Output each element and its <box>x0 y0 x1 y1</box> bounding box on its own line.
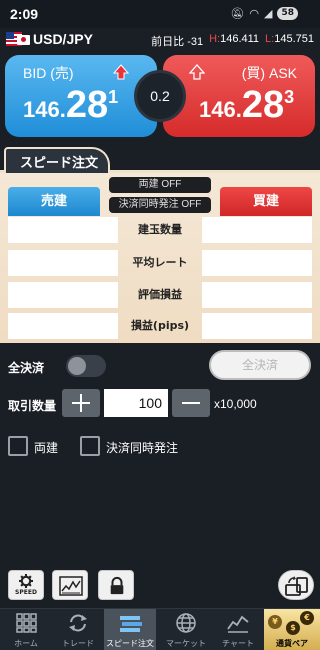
refresh-icon <box>69 614 87 632</box>
lock-button[interactable] <box>98 570 134 600</box>
status-time: 2:09 <box>10 6 39 22</box>
sell-pnl-pips <box>8 313 118 339</box>
nav-label: ホーム <box>14 639 38 648</box>
nav-market[interactable]: マーケット <box>160 609 212 650</box>
high-stat: H:146.411 <box>209 33 260 45</box>
arrow-up-outline-icon <box>189 64 205 80</box>
tab-speed-order[interactable]: スピード注文 <box>4 147 110 173</box>
quantity-input[interactable] <box>104 389 168 417</box>
buy-position-quantity <box>202 217 312 243</box>
buy-pnl-pips <box>202 313 312 339</box>
currency-pair-header[interactable]: USD/JPY 前日比 -31 H:146.411 L:145.751 <box>0 28 320 50</box>
sell-position-tab[interactable]: 売建 <box>8 187 100 216</box>
grid-icon <box>16 613 37 633</box>
buy-average-rate <box>202 250 312 276</box>
simul-settle-checkbox[interactable] <box>80 436 100 456</box>
arrow-up-icon <box>113 64 129 80</box>
quantity-unit: x10,000 <box>214 397 257 411</box>
position-quantity-row: 建玉数量 <box>8 217 312 243</box>
mute-icon: 🔕︎ <box>230 7 245 20</box>
nav-label: マーケット <box>166 639 206 648</box>
globe-icon <box>176 613 196 633</box>
line-chart-icon <box>59 576 83 596</box>
row-label: 評価損益 <box>138 288 182 301</box>
bid-label: BID (売) <box>23 65 74 81</box>
nav-currency-pair[interactable]: ¥ $ € 通貨ペア <box>264 609 320 650</box>
average-rate-row: 平均レート <box>8 250 312 276</box>
nav-chart[interactable]: チャート <box>212 609 264 650</box>
pnl-pips-row: 損益(pips) <box>8 313 312 339</box>
sell-average-rate <box>8 250 118 276</box>
nav-home[interactable]: ホーム <box>0 609 52 650</box>
low-stat: L:145.751 <box>265 33 314 45</box>
row-label: 平均レート <box>132 256 188 269</box>
change-stat: 前日比 -31 <box>151 36 204 48</box>
quantity-plus-button[interactable] <box>62 389 100 417</box>
usd-jpy-flag-icon <box>6 32 30 46</box>
hedge-status-pill: 両建 OFF <box>109 177 211 193</box>
ask-label: (買) ASK <box>241 65 297 81</box>
buy-unrealized-pnl <box>202 282 312 308</box>
wifi-icon: ◠ <box>249 7 259 20</box>
quantity-label: 取引数量 <box>8 399 57 413</box>
buy-position-tab[interactable]: 買建 <box>220 187 312 216</box>
bottom-nav: ホーム トレード スピード注文 マーケット チャート ¥ $ € 通貨ペア <box>0 608 320 650</box>
ask-price: 146. 28 3 <box>199 84 295 126</box>
unrealized-pnl-row: 評価損益 <box>8 282 312 308</box>
settle-all-button[interactable]: 全決済 <box>209 350 311 380</box>
nav-label: スピード注文 <box>106 639 154 648</box>
speed-icon <box>120 616 142 632</box>
chart-toggle-button[interactable] <box>52 570 88 600</box>
lock-icon <box>110 576 124 595</box>
hedge-checkbox[interactable] <box>8 436 28 456</box>
sell-position-quantity <box>8 217 118 243</box>
bid-price: 146. 28 1 <box>23 84 119 126</box>
status-bar: 2:09 🔕︎ ◠ ◢ 58 <box>0 0 320 28</box>
speed-settings-label: SPEED <box>15 589 37 596</box>
battery-icon: 58 <box>277 7 298 20</box>
rotate-screen-button[interactable] <box>278 570 314 600</box>
hedge-checkbox-label: 両建 <box>34 441 59 455</box>
status-icons: 🔕︎ ◠ ◢ 58 <box>230 7 298 20</box>
toggle-knob <box>68 357 86 375</box>
row-label: 損益(pips) <box>130 319 190 332</box>
quantity-minus-button[interactable] <box>172 389 210 417</box>
simul-settle-status-pill: 決済同時発注 OFF <box>109 197 211 213</box>
spread-indicator: 0.2 <box>134 70 186 122</box>
simul-settle-checkbox-label: 決済同時発注 <box>106 441 179 455</box>
settle-all-toggle[interactable] <box>66 355 106 377</box>
pair-stats: 前日比 -31 H:146.411 L:145.751 <box>151 33 314 49</box>
nav-label: 通貨ペア <box>276 639 308 648</box>
nav-speed-order[interactable]: スピード注文 <box>104 609 156 650</box>
nav-label: チャート <box>222 639 254 648</box>
rotate-device-icon <box>285 576 308 596</box>
nav-trade[interactable]: トレード <box>52 609 104 650</box>
gear-icon <box>19 574 33 588</box>
pair-name: USD/JPY <box>33 31 93 47</box>
speed-settings-button[interactable]: SPEED <box>8 570 44 600</box>
chart-icon <box>227 615 249 633</box>
settle-all-label: 全決済 <box>8 361 45 375</box>
speed-order-tab-bar: スピード注文 <box>0 143 320 173</box>
nav-label: トレード <box>62 639 94 648</box>
signal-icon: ◢ <box>264 7 273 20</box>
sell-unrealized-pnl <box>8 282 118 308</box>
row-label: 建玉数量 <box>138 223 182 236</box>
